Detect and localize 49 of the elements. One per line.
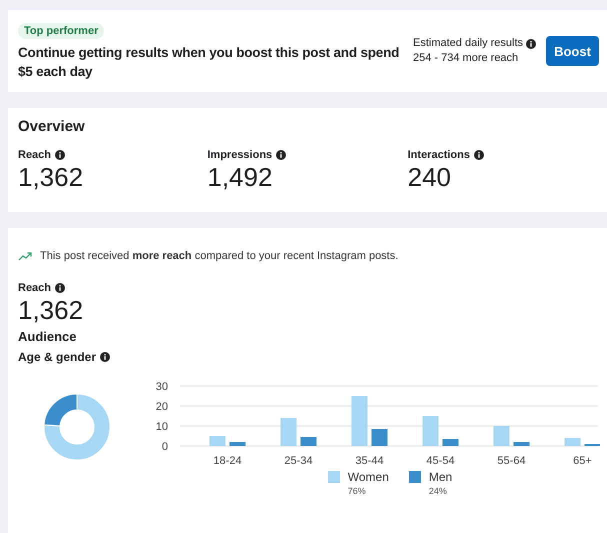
info-icon[interactable] [526,38,536,48]
x-axis-label: 35-44 [355,455,384,467]
metric-value: 240 [408,162,452,192]
info-icon[interactable] [55,283,66,293]
legend-label: Women [348,470,389,484]
bar [280,418,296,446]
bar [230,442,246,446]
y-tick-label: 20 [156,401,168,413]
info-icon[interactable] [276,150,286,160]
insight-text: This post received more reach compared to your recent Instagram posts. [40,250,398,262]
y-tick-label: 30 [156,381,168,393]
age-gender-label: Age & gender [18,350,96,364]
x-axis-label: 45-54 [426,455,455,467]
info-icon[interactable] [474,150,484,160]
x-axis-label: 65+ [573,455,592,467]
bar [372,429,388,446]
estimate-value: 254 - 734 more reach [413,51,520,66]
x-axis-label: 18-24 [213,455,242,467]
legend-label: Men [428,470,452,484]
metric-label: Impressions [207,149,272,161]
metric-value: 1,492 [207,162,274,192]
bar [352,396,368,446]
bar [422,416,438,446]
x-axis-label: 55-64 [497,455,526,467]
metric-label: Interactions [408,149,470,161]
estimate-label: Estimated daily results [413,36,524,51]
top-performer-badge: Top performer [18,23,104,39]
y-tick-label: 10 [156,421,168,433]
bar [564,438,580,446]
legend-percent: 24% [428,486,448,496]
trend-up-icon [18,252,32,260]
metric-label: Reach [18,149,52,161]
info-icon[interactable] [55,150,66,160]
bar [514,442,530,446]
audience-title: Audience [18,329,78,344]
bar [442,439,458,446]
boost-message: Continue getting results when you boost this post and spend $5 each day [18,44,400,81]
metric-value: 1,362 [18,162,84,192]
reach-value: 1,362 [18,295,84,325]
bar [210,436,226,446]
overview-title: Overview [18,118,86,135]
y-tick-label: 0 [162,441,168,453]
legend-percent: 76% [348,486,367,496]
bar [300,437,316,446]
x-axis-label: 25-34 [284,455,313,467]
reach-label: Reach [18,282,52,294]
bar [494,426,510,446]
info-icon[interactable] [100,352,110,362]
boost-button[interactable]: Boost [546,36,599,66]
